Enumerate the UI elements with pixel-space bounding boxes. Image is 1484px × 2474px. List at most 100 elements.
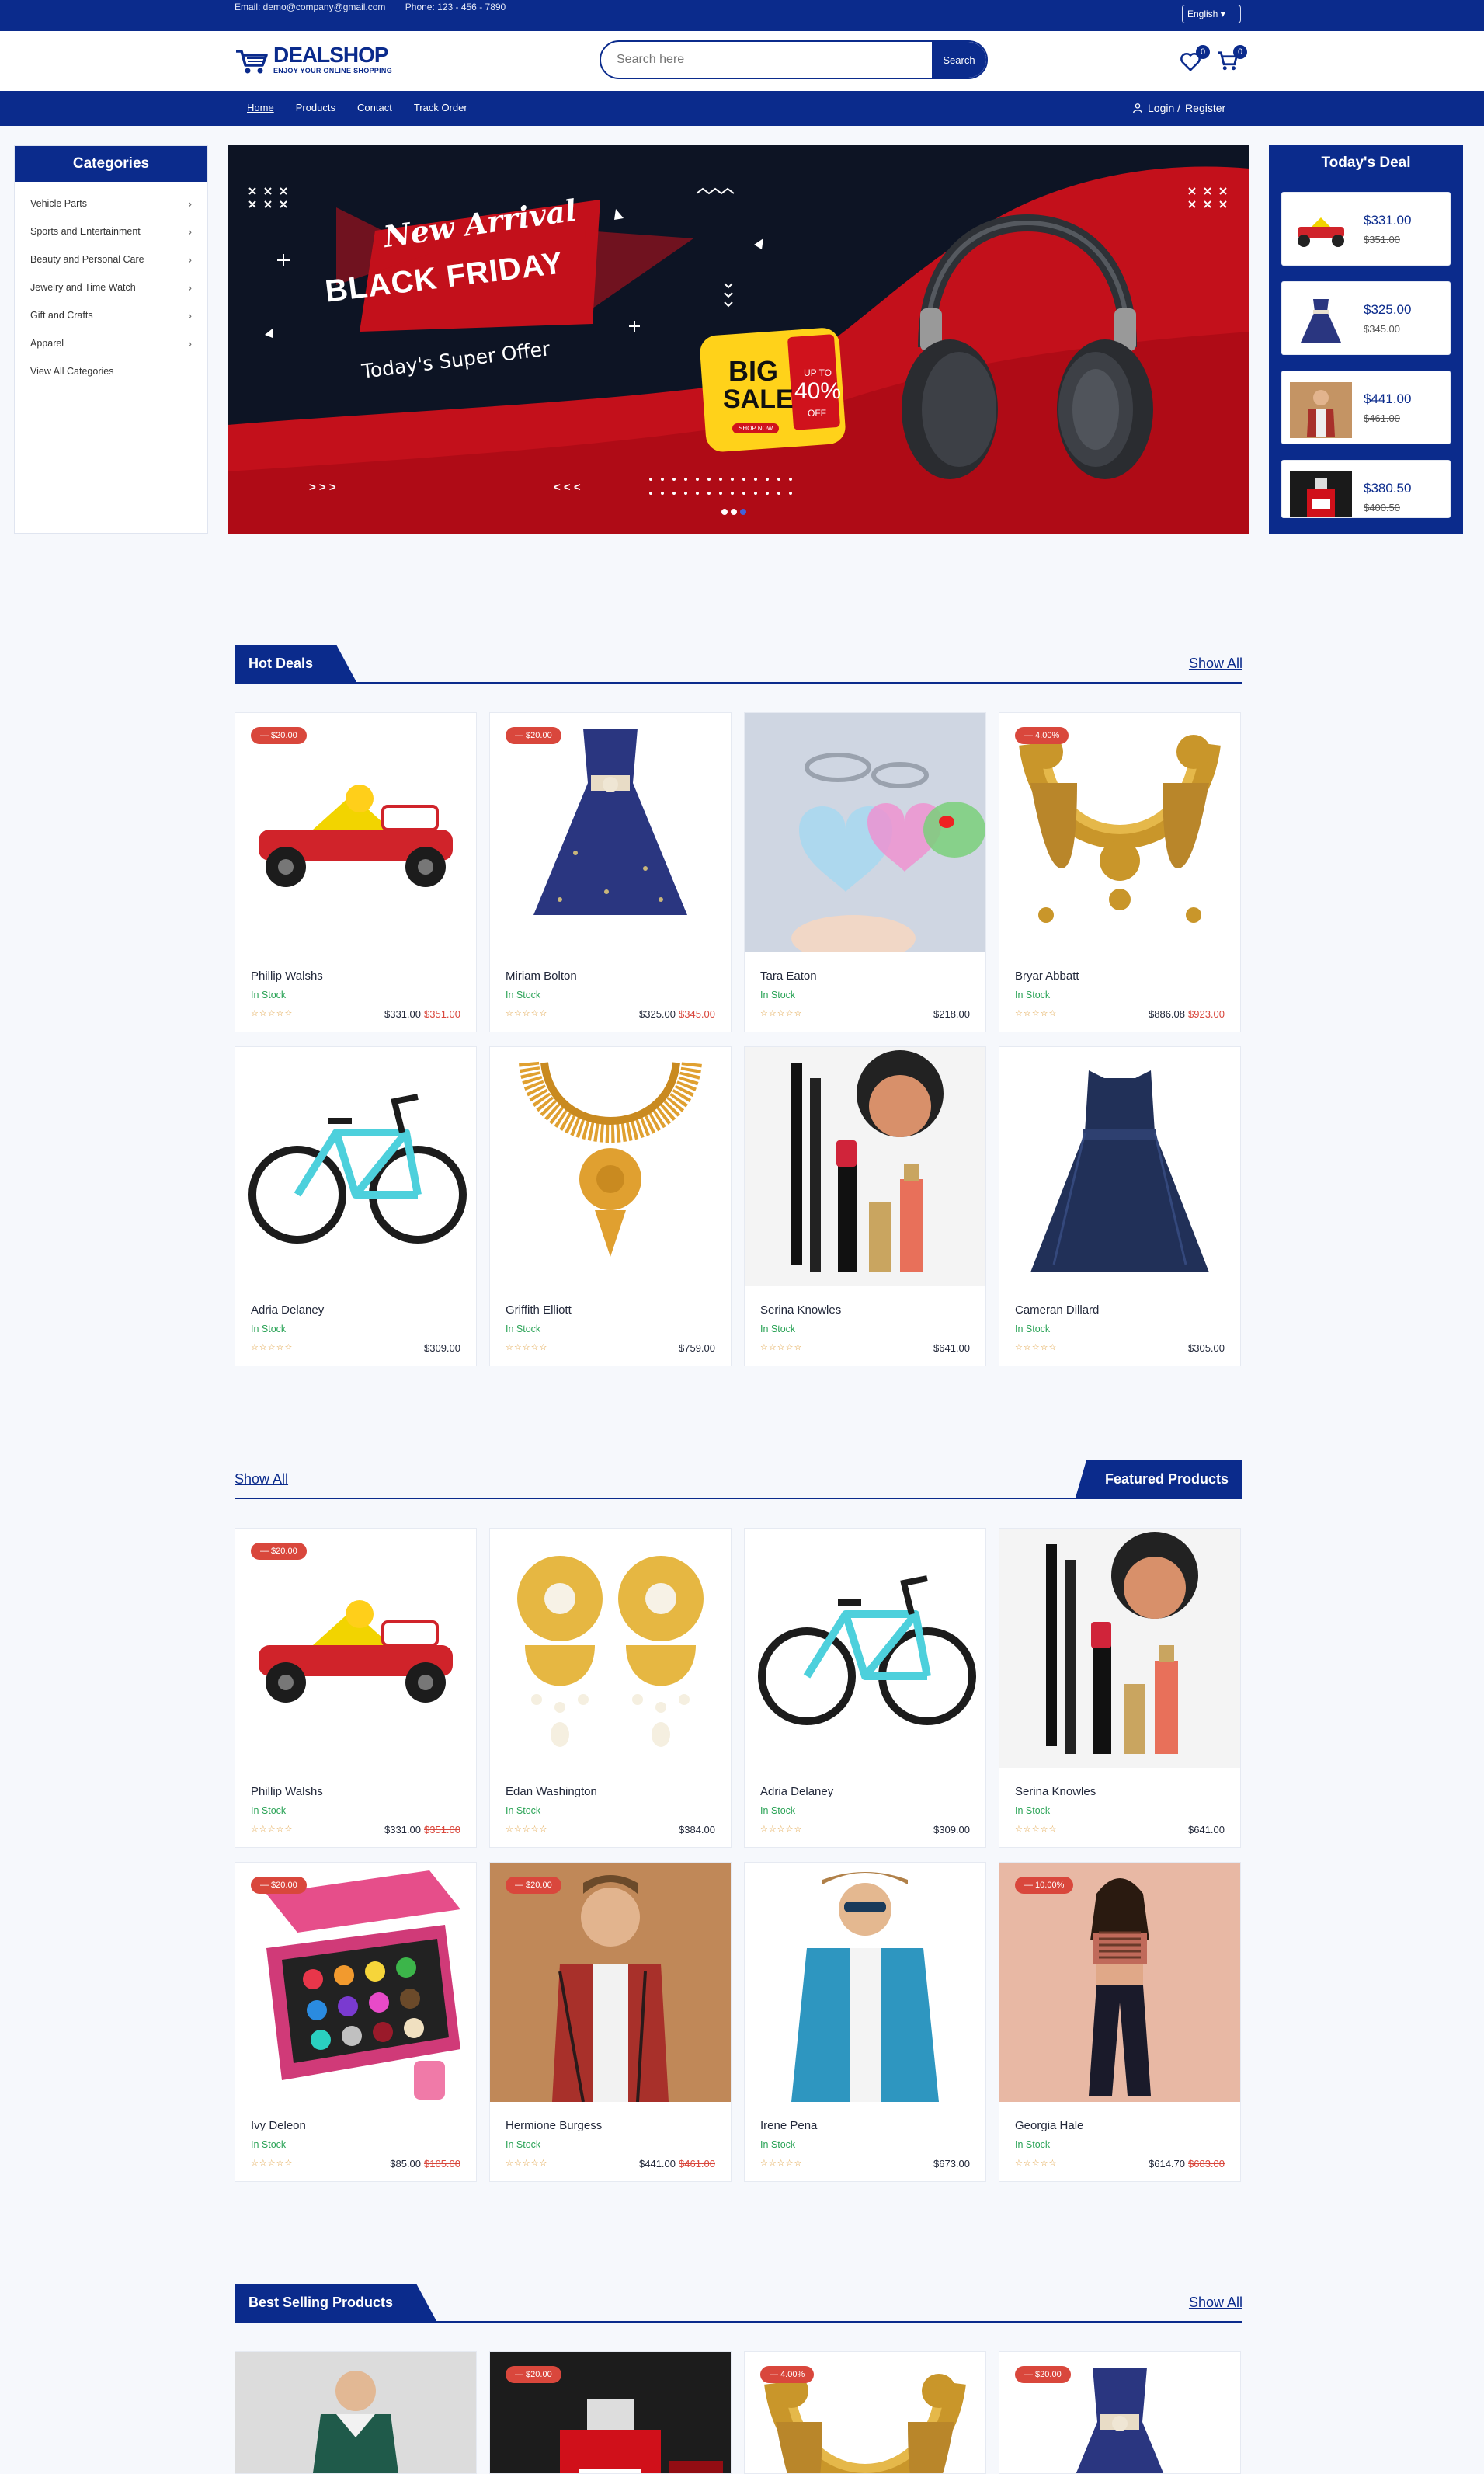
product-name[interactable]: Hermione Burgess (506, 2119, 602, 2132)
product-card[interactable]: — $20.00 (999, 2351, 1241, 2474)
product-image[interactable] (745, 1529, 985, 1768)
product-card[interactable]: — $20.00 Ivy Deleon In Stock ☆☆☆☆☆ $85.00 $10… (235, 1862, 477, 2182)
product-card[interactable]: — 10.00% Georgia Hale In Stock ☆☆☆☆☆ $614.70… (999, 1862, 1241, 2182)
search-input[interactable] (601, 42, 932, 78)
deal-card[interactable]: $380.50 $400.50 (1281, 460, 1451, 518)
product-card[interactable]: Cameran Dillard In Stock ☆☆☆☆☆ $305.00 (999, 1046, 1241, 1366)
language-value: English (1187, 9, 1218, 19)
nav-track-order[interactable]: Track Order (414, 102, 467, 113)
rating-stars: ☆☆☆☆☆ (1015, 1343, 1058, 1352)
product-card[interactable]: Adria Delaney In Stock ☆☆☆☆☆ $309.00 (235, 1046, 477, 1366)
best-selling-show-all[interactable]: Show All (1189, 2295, 1242, 2311)
nav-contact[interactable]: Contact (357, 102, 392, 113)
product-card[interactable]: — $20.00 Phillip Walshs In Stock ☆☆☆☆☆ $331.… (235, 712, 477, 1032)
product-card[interactable]: Serina Knowles In Stock ☆☆☆☆☆ $641.00 (744, 1046, 986, 1366)
category-item-apparel[interactable]: Apparel › (15, 329, 207, 357)
bicycle-icon (235, 1047, 476, 1286)
product-name[interactable]: Serina Knowles (760, 1303, 841, 1317)
product-card[interactable]: — 4.00% Bryar Abbatt In Stock ☆☆☆☆☆ $886.08 $… (999, 712, 1241, 1032)
product-image[interactable] (745, 1047, 985, 1286)
product-card[interactable]: Adria Delaney In Stock ☆☆☆☆☆ $309.00 (744, 1528, 986, 1848)
product-card[interactable]: — $20.00 Miriam Bolton In Stock ☆☆☆☆☆ $325.0… (489, 712, 732, 1032)
product-image[interactable] (745, 1863, 985, 2102)
product-image[interactable] (999, 1047, 1240, 1286)
product-image[interactable] (999, 713, 1240, 952)
category-label: Beauty and Personal Care (30, 254, 144, 265)
product-name[interactable]: Griffith Elliott (506, 1303, 572, 1317)
product-name[interactable]: Edan Washington (506, 1785, 597, 1798)
product-image[interactable] (999, 1863, 1240, 2102)
product-image[interactable] (490, 713, 731, 952)
view-all-categories-link[interactable]: View All Categories (15, 357, 207, 385)
product-name[interactable]: Bryar Abbatt (1015, 969, 1079, 983)
product-card[interactable]: Serina Knowles In Stock ☆☆☆☆☆ $641.00 (999, 1528, 1241, 1848)
register-link[interactable]: Register (1185, 102, 1225, 114)
hero-banner[interactable]: New Arrival BLACK FRIDAY Today's Super O… (228, 145, 1249, 534)
hot-deals-header: Hot Deals Show All (235, 645, 1242, 684)
product-image[interactable] (235, 713, 476, 952)
category-item-gift[interactable]: Gift and Crafts › (15, 301, 207, 329)
login-link[interactable]: Login / (1148, 102, 1180, 114)
woman-icon (999, 1863, 1240, 2102)
product-name[interactable]: Adria Delaney (760, 1785, 833, 1798)
product-card[interactable]: — $20.00 Hermione Burgess In Stock ☆☆☆☆☆ $44… (489, 1862, 732, 2182)
deal-card[interactable]: $441.00 $461.00 (1281, 371, 1451, 444)
product-name[interactable]: Georgia Hale (1015, 2119, 1083, 2132)
rating-stars: ☆☆☆☆☆ (1015, 1009, 1058, 1018)
category-item-beauty[interactable]: Beauty and Personal Care › (15, 245, 207, 273)
cart-button[interactable]: 0 (1216, 45, 1247, 76)
hot-deals-show-all[interactable]: Show All (1189, 656, 1242, 672)
product-card[interactable]: Edan Washington In Stock ☆☆☆☆☆ $384.00 (489, 1528, 732, 1848)
product-card[interactable]: Irene Pena In Stock ☆☆☆☆☆ $673.00 (744, 1862, 986, 2182)
language-select[interactable]: English ▾ (1182, 5, 1241, 23)
nav-home[interactable]: Home (247, 102, 274, 113)
deal-card[interactable]: $325.00 $345.00 (1281, 281, 1451, 355)
product-name[interactable]: Cameran Dillard (1015, 1303, 1099, 1317)
product-name[interactable]: Phillip Walshs (251, 969, 323, 983)
category-item-jewelry[interactable]: Jewelry and Time Watch › (15, 273, 207, 301)
product-image[interactable] (235, 1863, 476, 2102)
wishlist-button[interactable]: 0 (1179, 45, 1210, 76)
chevron-right-icon: › (188, 309, 192, 322)
product-card[interactable]: — 4.00% (744, 2351, 986, 2474)
current-price: $85.00 (390, 2158, 421, 2170)
category-item-vehicle-parts[interactable]: Vehicle Parts › (15, 190, 207, 217)
search-button[interactable]: Search (932, 42, 986, 78)
product-name[interactable]: Irene Pena (760, 2119, 817, 2132)
product-card[interactable]: Tara Eaton In Stock ☆☆☆☆☆ $218.00 (744, 712, 986, 1032)
product-image[interactable] (235, 1529, 476, 1768)
stock-status: In Stock (760, 1805, 796, 1816)
todays-deal-title: Today's Deal (1321, 155, 1411, 171)
product-image[interactable] (745, 713, 985, 952)
product-card[interactable]: — $20.00 Phillip Walshs In Stock ☆☆☆☆☆ $331.… (235, 1528, 477, 1848)
chevron-right-icon: › (188, 337, 192, 350)
logo[interactable]: DEALSHOP ENJOY YOUR ONLINE SHOPPING (235, 43, 392, 81)
product-image[interactable] (490, 1863, 731, 2102)
product-name[interactable]: Miriam Bolton (506, 969, 577, 983)
makeup-icon (745, 1047, 985, 1286)
product-card[interactable]: Griffith Elliott In Stock ☆☆☆☆☆ $759.00 (489, 1046, 732, 1366)
product-name[interactable]: Tara Eaton (760, 969, 817, 983)
product-image[interactable] (235, 2352, 476, 2473)
product-image[interactable] (235, 1047, 476, 1286)
product-name[interactable]: Adria Delaney (251, 1303, 324, 1317)
product-name[interactable]: Serina Knowles (1015, 1785, 1096, 1798)
featured-show-all[interactable]: Show All (235, 1471, 288, 1488)
product-name[interactable]: Ivy Deleon (251, 2119, 306, 2132)
product-image[interactable] (490, 1047, 731, 1286)
deal-card[interactable]: $331.00 $351.00 (1281, 192, 1451, 266)
product-name[interactable]: Phillip Walshs (251, 1785, 323, 1798)
product-image[interactable] (490, 1529, 731, 1768)
shop-now-button[interactable]: SHOP NOW (732, 423, 780, 433)
rating-stars: ☆☆☆☆☆ (1015, 1825, 1058, 1834)
necklace-icon (999, 713, 1240, 952)
product-card[interactable] (235, 2351, 477, 2474)
man-shirt-icon (1290, 382, 1352, 438)
category-item-sports[interactable]: Sports and Entertainment › (15, 217, 207, 245)
product-image[interactable] (999, 1529, 1240, 1768)
best-selling-header: Best Selling Products Show All (235, 2284, 1242, 2323)
product-card[interactable]: — $20.00 (489, 2351, 732, 2474)
nav-products[interactable]: Products (296, 102, 335, 113)
old-price: $461.00 (679, 2158, 715, 2170)
current-price: $886.08 (1149, 1008, 1185, 1020)
